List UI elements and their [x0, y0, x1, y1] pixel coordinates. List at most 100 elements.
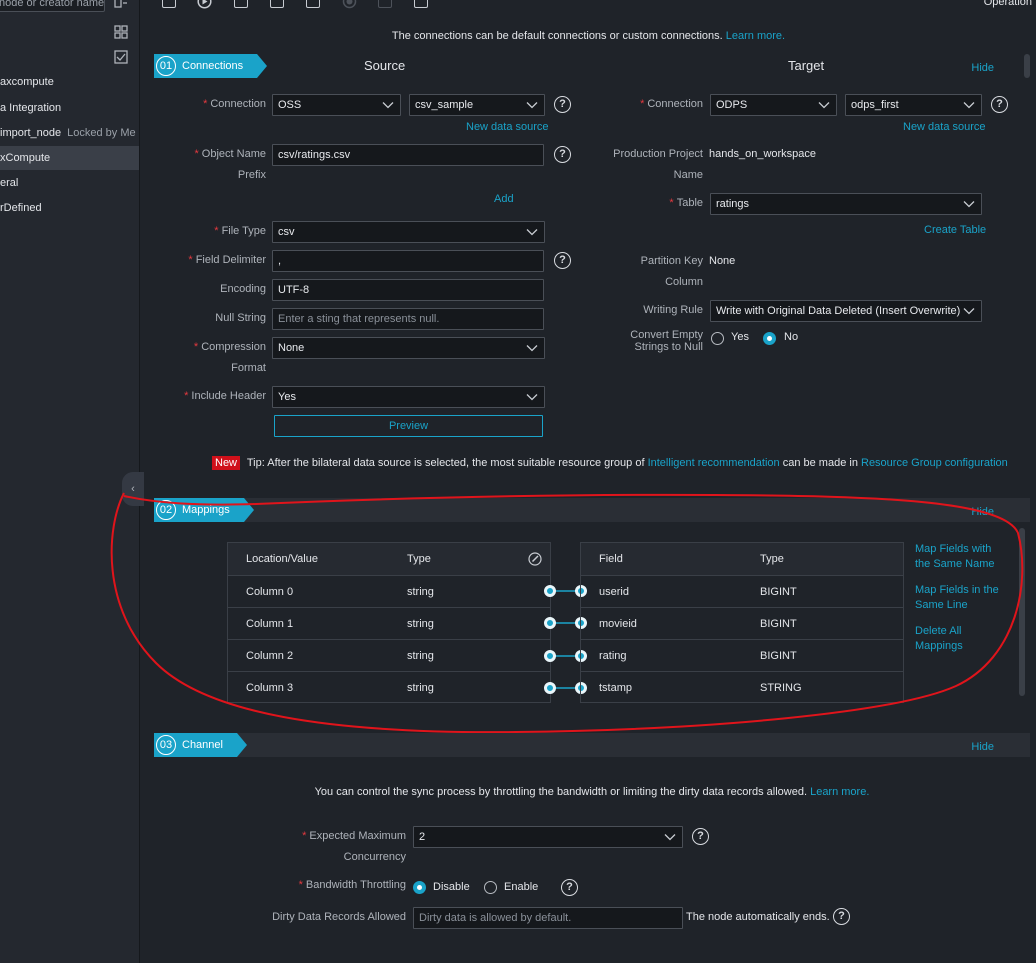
delete-all-mappings-link[interactable]: Delete All Mappings	[915, 624, 963, 654]
include-header-select[interactable]: Yes	[272, 386, 545, 408]
concurrency-select[interactable]: 2	[413, 826, 683, 848]
concurrency-label: * Expected Maximum	[302, 830, 406, 842]
connections-scrollbar[interactable]	[1024, 54, 1030, 78]
format-icon[interactable]	[306, 0, 320, 8]
encoding-input[interactable]: UTF-8	[272, 279, 544, 301]
hide-mappings-link[interactable]: Hide	[971, 506, 994, 518]
table-row[interactable]: tstamp STRING	[581, 671, 903, 703]
source-handle[interactable]	[544, 650, 556, 662]
learn-more-link[interactable]: Learn more.	[726, 30, 785, 42]
channel-header[interactable]: 03 Channel Hide	[154, 733, 1030, 757]
target-field-name: movieid	[599, 618, 637, 630]
bandwidth-enable-radio[interactable]	[484, 881, 497, 894]
field-delimiter-label: * Field Delimiter	[188, 254, 266, 266]
bandwidth-disable-label[interactable]: Disable	[433, 881, 470, 893]
sidebar-item-maxcompute-folder[interactable]: xCompute	[0, 146, 139, 170]
source-connection-type-select[interactable]: OSS	[272, 94, 401, 116]
target-new-data-source-link[interactable]: New data source	[903, 121, 986, 133]
convert-no-label[interactable]: No	[784, 331, 798, 343]
convert-yes-radio[interactable]	[711, 332, 724, 345]
table-row[interactable]: rating BIGINT	[581, 639, 903, 671]
hide-connections-link[interactable]: Hide	[971, 62, 994, 74]
target-field-type: BIGINT	[760, 650, 797, 662]
edit-icon[interactable]	[528, 552, 542, 566]
null-string-input[interactable]: Enter a sting that represents null.	[272, 308, 544, 330]
target-connection-label: * Connection	[640, 98, 703, 110]
operation-center-link[interactable]: Operation	[984, 0, 1032, 8]
run-with-params-icon[interactable]	[234, 0, 248, 8]
table-row[interactable]: Column 3 string	[228, 671, 550, 703]
column-header: Field	[599, 553, 623, 565]
intelligent-recommendation-link[interactable]: Intelligent recommendation	[648, 457, 780, 469]
compression-select[interactable]: None	[272, 337, 545, 359]
compression-label: * Compression	[193, 341, 266, 353]
writing-rule-select[interactable]: Write with Original Data Deleted (Insert…	[710, 300, 982, 322]
collapse-sidebar-button[interactable]: ‹	[122, 472, 144, 506]
help-icon[interactable]: ?	[554, 96, 571, 113]
connections-intro: The connections can be default connectio…	[141, 30, 1036, 42]
sidebar-item-label: rDefined	[0, 202, 42, 214]
grid-icon[interactable]	[114, 25, 128, 39]
mappings-scrollbar[interactable]	[1019, 528, 1025, 696]
sidebar-item-label: a Integration	[0, 102, 62, 114]
preview-button[interactable]: Preview	[274, 415, 543, 437]
table-row[interactable]: Column 0 string	[228, 575, 550, 607]
target-table-select[interactable]: ratings	[710, 193, 982, 215]
table-row[interactable]: Column 1 string	[228, 607, 550, 639]
help-icon[interactable]: ?	[561, 879, 578, 896]
column-header: Location/Value	[246, 553, 318, 565]
source-column-name: Column 2	[246, 650, 294, 662]
help-icon[interactable]: ?	[991, 96, 1008, 113]
source-connection-name-select[interactable]: csv_sample	[409, 94, 545, 116]
filter-icon[interactable]	[114, 0, 128, 10]
upload-icon[interactable]	[270, 0, 284, 8]
script-mode-icon[interactable]	[414, 0, 428, 8]
table-row[interactable]: movieid BIGINT	[581, 607, 903, 639]
object-name-input[interactable]: csv/ratings.csv	[272, 144, 544, 166]
target-connection-type-select[interactable]: ODPS	[710, 94, 837, 116]
search-input[interactable]: node or creator name	[0, 0, 105, 12]
production-project-label-name: Name	[673, 169, 703, 181]
table-row[interactable]: Column 2 string	[228, 639, 550, 671]
table-label: * Table	[669, 197, 703, 209]
compression-label-format: Format	[231, 362, 266, 374]
convert-no-radio[interactable]	[763, 332, 776, 345]
target-connection-name-select[interactable]: odps_first	[845, 94, 982, 116]
field-delimiter-input[interactable]: ,	[272, 250, 544, 272]
checklist-icon[interactable]	[114, 50, 128, 64]
sidebar-item-import-node[interactable]: import_node Locked by Me	[0, 121, 139, 145]
table-row[interactable]: userid BIGINT	[581, 575, 903, 607]
section-number: 03	[156, 735, 176, 755]
help-icon[interactable]: ?	[833, 908, 850, 925]
map-same-line-link[interactable]: Map Fields in the Same Line	[915, 583, 999, 613]
create-table-link[interactable]: Create Table	[924, 224, 986, 236]
map-same-name-link[interactable]: Map Fields with the Same Name	[915, 542, 994, 572]
source-new-data-source-link[interactable]: New data source	[466, 121, 549, 133]
source-handle[interactable]	[544, 682, 556, 694]
convert-yes-label[interactable]: Yes	[731, 331, 749, 343]
add-object-link[interactable]: Add	[494, 193, 514, 205]
intro-text: The connections can be default connectio…	[391, 30, 723, 42]
bandwidth-disable-radio[interactable]	[413, 881, 426, 894]
hide-channel-link[interactable]: Hide	[971, 741, 994, 753]
help-icon[interactable]: ?	[692, 828, 709, 845]
bandwidth-enable-label[interactable]: Enable	[504, 881, 538, 893]
sidebar-item-data-integration[interactable]: a Integration	[0, 96, 139, 120]
help-icon[interactable]: ?	[554, 146, 571, 163]
sidebar-item-general[interactable]: eral	[0, 171, 139, 195]
source-handle[interactable]	[544, 585, 556, 597]
dirty-data-input[interactable]: Dirty data is allowed by default.	[413, 907, 683, 929]
resource-group-configuration-link[interactable]: Resource Group configuration	[861, 457, 1008, 469]
source-handle[interactable]	[544, 617, 556, 629]
source-connection-label: * Connection	[203, 98, 266, 110]
save-icon[interactable]	[162, 0, 176, 8]
connections-header[interactable]: 01 Connections Source Target Hide	[154, 54, 1030, 78]
help-icon[interactable]: ?	[554, 252, 571, 269]
sidebar-item-userdefined[interactable]: rDefined	[0, 196, 139, 220]
channel-learn-more-link[interactable]: Learn more.	[810, 786, 869, 798]
file-type-select[interactable]: csv	[272, 221, 545, 243]
run-icon[interactable]	[197, 0, 212, 9]
sidebar-item-maxcompute[interactable]: axcompute	[0, 70, 139, 94]
target-field-name: userid	[599, 586, 629, 598]
mappings-header[interactable]: 02 Mappings Hide	[154, 498, 1030, 522]
